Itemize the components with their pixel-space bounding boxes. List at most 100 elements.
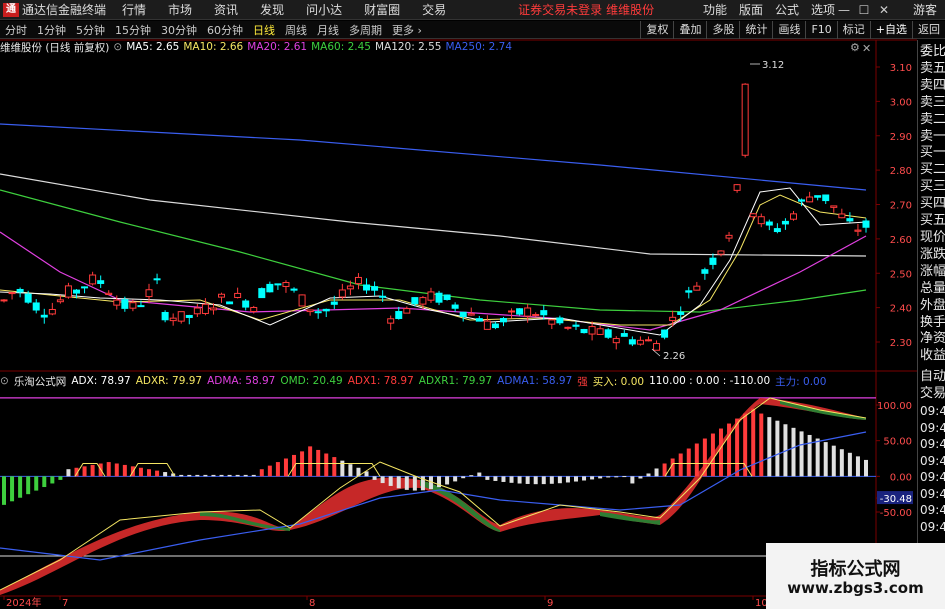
price-info-line: 维维股份 (日线 前复权) ⊙ MA5: 2.65 MA10: 2.66 MA2… bbox=[0, 40, 516, 54]
ind-tick-label: 0.00 bbox=[890, 472, 912, 483]
indicator-bar bbox=[251, 474, 256, 477]
rp-turnover[interactable]: 换手 bbox=[918, 315, 945, 332]
indicator-settings-icon[interactable]: ⊙ bbox=[0, 375, 9, 387]
rp-price[interactable]: 现价 bbox=[918, 230, 945, 247]
rp-volume[interactable]: 总量 bbox=[918, 281, 945, 298]
range-values: 110.00 : 0.00 : -110.00 bbox=[649, 375, 771, 387]
candle-body bbox=[709, 257, 717, 265]
indicator-bar bbox=[211, 474, 216, 477]
rp-sell4[interactable]: 卖四 bbox=[918, 78, 945, 95]
rp-buy3[interactable]: 买三 bbox=[918, 179, 945, 196]
candle-body bbox=[354, 276, 362, 285]
main-force-value: 主力: 0.00 bbox=[775, 375, 827, 388]
candle-body bbox=[298, 294, 306, 307]
rp-weibi[interactable]: 委比 bbox=[918, 44, 945, 61]
candle-body bbox=[16, 288, 24, 293]
indicator-bar bbox=[855, 456, 860, 477]
candle-body bbox=[781, 220, 789, 225]
rp-buy1[interactable]: 买一 bbox=[918, 145, 945, 162]
candle-body bbox=[443, 294, 451, 300]
indicator-bar bbox=[10, 476, 15, 502]
indicator-bar bbox=[34, 476, 39, 491]
candle-body bbox=[524, 307, 532, 317]
indicator-bar bbox=[147, 469, 152, 477]
rp-trade[interactable]: 交易 bbox=[918, 386, 945, 403]
buy-signal-marker bbox=[129, 462, 176, 477]
candle-body bbox=[177, 311, 185, 322]
right-quote-panel: 委比 卖五 卖四 卖三 卖二 卖一 买一 买二 买三 买四 买五 现价 涨跌 涨… bbox=[917, 40, 945, 609]
candle-body bbox=[540, 310, 548, 316]
candle-body bbox=[129, 302, 137, 309]
indicator-bar bbox=[517, 476, 522, 484]
candle-body bbox=[363, 284, 371, 291]
indicator-bar bbox=[541, 476, 546, 485]
candle-body bbox=[612, 338, 620, 344]
indicator-bar bbox=[219, 474, 224, 477]
chart-canvas[interactable]: 3.10 3.00 2.90 2.80 2.70 2.60 2.50 2.40 2.30 100… bbox=[0, 0, 917, 609]
price-tick-label: 3.00 bbox=[890, 97, 912, 108]
indicator-bar bbox=[324, 453, 329, 477]
ma-settings-icon[interactable]: ⊙ bbox=[113, 41, 122, 53]
rp-sell5[interactable]: 卖五 bbox=[918, 61, 945, 78]
candle-body bbox=[564, 326, 572, 329]
indicator-bar bbox=[380, 476, 385, 484]
indicator-info-line: ⊙ 乐淘公式网 ADX: 78.97 ADXR: 79.97 ADMA: 58.… bbox=[0, 374, 831, 388]
candle-body bbox=[798, 199, 806, 202]
rp-buy4[interactable]: 买四 bbox=[918, 196, 945, 213]
candle-body bbox=[282, 282, 290, 287]
indicator-bar bbox=[18, 476, 23, 498]
candle-body bbox=[508, 310, 516, 313]
candle-body bbox=[322, 308, 330, 312]
close-icon[interactable]: ✕ bbox=[862, 42, 871, 55]
rp-outer[interactable]: 外盘 bbox=[918, 298, 945, 315]
rp-time-4: 09:49 bbox=[920, 453, 945, 468]
indicator-bar bbox=[82, 466, 87, 477]
high-price-label: 3.12 bbox=[762, 60, 784, 71]
indicator-bar bbox=[670, 458, 675, 477]
candle-body bbox=[306, 309, 314, 313]
candle-body bbox=[258, 288, 266, 299]
indicator-bar bbox=[791, 427, 796, 477]
candle-body bbox=[757, 216, 765, 225]
price-tick-label: 3.10 bbox=[890, 63, 912, 74]
indicator-bar bbox=[823, 442, 828, 477]
candle-body bbox=[435, 292, 443, 303]
price-tick-label: 2.50 bbox=[890, 269, 912, 280]
candle-body bbox=[314, 311, 322, 314]
indicator-bar bbox=[404, 476, 409, 490]
rp-earnings[interactable]: 收益 bbox=[918, 348, 945, 365]
indicator-bar bbox=[469, 475, 474, 477]
rp-sell1[interactable]: 卖一 bbox=[918, 129, 945, 146]
rp-sell3[interactable]: 卖三 bbox=[918, 95, 945, 112]
candle-body bbox=[346, 285, 354, 290]
ma120-value: MA120: 2.55 bbox=[374, 41, 442, 53]
indicator-bar bbox=[259, 469, 264, 477]
indicator-bar bbox=[799, 431, 804, 477]
rp-sell2[interactable]: 卖二 bbox=[918, 112, 945, 129]
candle-body bbox=[653, 343, 661, 351]
watermark-url: www.zbgs3.com bbox=[787, 579, 924, 597]
x-tick-label: 7 bbox=[62, 598, 68, 609]
indicator-bar bbox=[598, 476, 603, 479]
candle-body bbox=[556, 317, 564, 324]
candle-body bbox=[572, 324, 580, 327]
rp-net-asset[interactable]: 净资 bbox=[918, 331, 945, 348]
candle-body bbox=[419, 297, 427, 305]
indicator-bar bbox=[66, 469, 71, 477]
indicator-bar bbox=[694, 443, 699, 477]
rp-auto[interactable]: 自动 bbox=[918, 369, 945, 386]
candle-body bbox=[40, 314, 48, 318]
x-tick-label: 9 bbox=[547, 598, 553, 609]
rp-buy2[interactable]: 买二 bbox=[918, 162, 945, 179]
candle-body bbox=[218, 293, 226, 298]
candle-body bbox=[483, 320, 491, 330]
indicator-bar bbox=[557, 476, 562, 484]
candle-body bbox=[427, 291, 435, 301]
candle-body bbox=[548, 319, 556, 325]
rp-buy5[interactable]: 买五 bbox=[918, 213, 945, 230]
gear-icon[interactable]: ⚙ bbox=[850, 41, 860, 54]
candle-body bbox=[661, 329, 669, 338]
rp-change-pct[interactable]: 涨幅 bbox=[918, 264, 945, 281]
adxr-value: ADXR: 79.97 bbox=[135, 375, 203, 387]
rp-change[interactable]: 涨跌 bbox=[918, 247, 945, 264]
